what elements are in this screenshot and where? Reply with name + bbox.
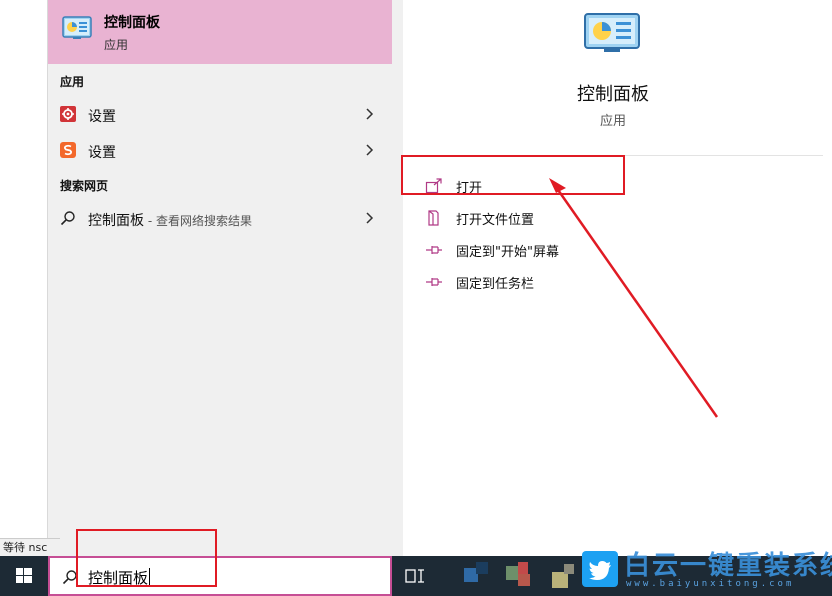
web-result-query: 控制面板 — [88, 213, 144, 229]
pin-icon — [425, 242, 443, 258]
action-open[interactable]: 打开 — [425, 174, 805, 198]
best-match-control-panel[interactable]: 控制面板 应用 — [48, 0, 392, 64]
best-match-subtitle: 应用 — [104, 38, 129, 52]
details-pane: 控制面板 应用 打开 打开文件位置 固定到"开始"屏幕 固定到任务栏 — [403, 0, 832, 556]
details-divider — [403, 155, 823, 156]
action-label: 打开文件位置 — [456, 213, 535, 228]
app-icon-blurred[interactable] — [518, 562, 528, 574]
action-label: 固定到任务栏 — [456, 277, 535, 292]
search-results-panel: 控制面板 应用 应用 设置 设置 搜索网页 控制面板 - 查看网络搜索结果 — [48, 0, 403, 556]
app-result-sogou-settings[interactable]: 设置 — [48, 133, 392, 167]
action-pin-to-taskbar[interactable]: 固定到任务栏 — [425, 270, 805, 294]
app-result-label: 设置 — [88, 145, 116, 161]
web-section-header: 搜索网页 — [60, 179, 109, 193]
search-query-text: 控制面板 — [88, 567, 151, 588]
sogou-s-icon — [60, 142, 76, 158]
chevron-right-icon[interactable] — [364, 210, 376, 226]
app-icon-blurred[interactable] — [506, 566, 518, 580]
watermark-logo: 白云一键重装系统 www.baiyunxitong.com — [582, 551, 832, 591]
details-title: 控制面板 — [577, 84, 649, 105]
taskbar-search-input[interactable]: 控制面板 — [48, 556, 392, 596]
app-icon-blurred[interactable] — [476, 562, 488, 574]
search-icon — [62, 569, 78, 585]
web-search-result[interactable]: 控制面板 - 查看网络搜索结果 — [48, 201, 392, 235]
action-pin-to-start[interactable]: 固定到"开始"屏幕 — [425, 238, 805, 262]
app-result-settings[interactable]: 设置 — [48, 97, 392, 131]
web-result-suffix: - 查看网络搜索结果 — [144, 214, 252, 228]
watermark-url: www.baiyunxitong.com — [626, 579, 795, 589]
pin-icon — [425, 274, 443, 290]
app-icon-blurred[interactable] — [552, 572, 568, 588]
action-open-file-location[interactable]: 打开文件位置 — [425, 206, 805, 230]
chevron-right-icon[interactable] — [364, 142, 376, 158]
web-result-label: 控制面板 - 查看网络搜索结果 — [88, 210, 252, 230]
action-label: 打开 — [456, 181, 483, 196]
open-icon — [425, 178, 443, 194]
task-view-icon[interactable] — [404, 566, 426, 586]
file-location-icon — [425, 210, 443, 226]
apps-section-header: 应用 — [60, 75, 85, 89]
chevron-right-icon[interactable] — [364, 106, 376, 122]
best-match-title: 控制面板 — [104, 15, 160, 31]
text-caret — [149, 568, 151, 586]
desktop-strip — [0, 0, 48, 556]
watermark-text: 白云一键重装系统 — [624, 551, 832, 581]
search-icon — [60, 210, 76, 226]
settings-gear-icon — [60, 106, 76, 122]
search-query-value: 控制面板 — [88, 569, 149, 587]
app-icon-blurred[interactable] — [564, 564, 574, 574]
action-label: 固定到"开始"屏幕 — [456, 245, 559, 260]
app-icon-blurred[interactable] — [518, 574, 530, 586]
app-result-label: 设置 — [88, 109, 116, 125]
windows-start-icon[interactable] — [0, 556, 48, 596]
control-panel-large-icon — [583, 12, 641, 54]
status-text: 等待 nsc — [0, 538, 60, 556]
control-panel-icon — [62, 16, 92, 40]
bird-logo-icon — [582, 551, 618, 587]
details-subtitle: 应用 — [599, 114, 626, 129]
